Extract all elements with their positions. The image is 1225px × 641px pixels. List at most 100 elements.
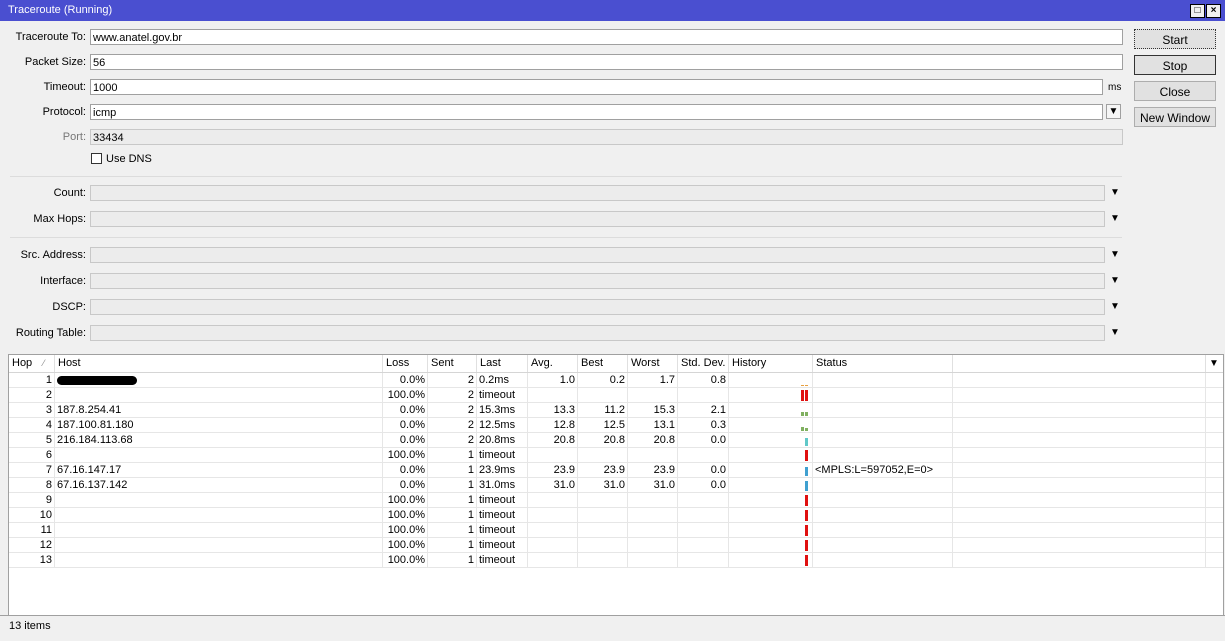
table-row[interactable]: 9 100.0% 1 timeout [9, 493, 1223, 508]
column-header-hop[interactable]: Hop ⁄ [9, 355, 55, 372]
column-header-std[interactable]: Std. Dev. [678, 355, 729, 372]
std-cell [678, 493, 729, 508]
protocol-dropdown-icon[interactable]: ▼ [1106, 104, 1121, 119]
loss-cell: 100.0% [383, 493, 428, 508]
sent-cell: 2 [428, 418, 477, 433]
columns-dropdown-icon[interactable]: ▼ [1206, 355, 1222, 372]
close-button[interactable]: Close [1134, 81, 1216, 101]
history-bar [805, 428, 808, 431]
dscp-dropdown-icon[interactable]: ▼ [1110, 301, 1120, 312]
table-row[interactable]: 2 100.0% 2 timeout [9, 388, 1223, 403]
routing-table-dropdown-icon[interactable]: ▼ [1110, 327, 1120, 338]
timeout-input[interactable]: 1000 [90, 79, 1103, 95]
table-row[interactable]: 7 67.16.147.17 0.0% 1 23.9ms 23.9 23.9 23.9 0.0 <… [9, 463, 1223, 478]
table-row[interactable]: 5 216.184.113.68 0.0% 2 20.8ms 20.8 20.8 20.8 0.… [9, 433, 1223, 448]
table-row[interactable]: 11 100.0% 1 timeout [9, 523, 1223, 538]
src-address-input[interactable] [90, 247, 1105, 263]
status-cell [813, 373, 953, 388]
dscp-input[interactable] [90, 299, 1105, 315]
column-header-worst[interactable]: Worst [628, 355, 678, 372]
avg-cell [528, 493, 578, 508]
table-row[interactable]: 8 67.16.137.142 0.0% 1 31.0ms 31.0 31.0 31.0 0.0 [9, 478, 1223, 493]
column-header-avg[interactable]: Avg. [528, 355, 578, 372]
routing-table-input[interactable] [90, 325, 1105, 341]
interface-input[interactable] [90, 273, 1105, 289]
column-header-host[interactable]: Host [55, 355, 383, 372]
traceroute-to-input[interactable]: www.anatel.gov.br [90, 29, 1123, 45]
host-cell [55, 373, 383, 388]
divider [10, 176, 1122, 177]
table-row[interactable]: 12 100.0% 1 timeout [9, 538, 1223, 553]
host-cell [55, 523, 383, 538]
column-header-best[interactable]: Best [578, 355, 628, 372]
std-cell: 0.3 [678, 418, 729, 433]
history-cell [729, 418, 813, 433]
best-cell: 0.2 [578, 373, 628, 388]
std-cell: 0.0 [678, 433, 729, 448]
filler-cell [953, 523, 1206, 538]
hop-cell: 6 [9, 448, 55, 463]
hop-cell: 8 [9, 478, 55, 493]
history-bar [805, 525, 808, 536]
close-icon[interactable]: × [1206, 4, 1221, 18]
max-hops-dropdown-icon[interactable]: ▼ [1110, 213, 1120, 224]
history-cell [729, 448, 813, 463]
column-header-loss[interactable]: Loss [383, 355, 428, 372]
filler-cell [953, 373, 1206, 388]
column-header-status[interactable]: Status [813, 355, 953, 372]
last-cell: 15.3ms [477, 403, 528, 418]
filler-cell [953, 553, 1206, 568]
table-row[interactable]: 4 187.100.81.180 0.0% 2 12.5ms 12.8 12.5 13.1 0.… [9, 418, 1223, 433]
host-cell [55, 388, 383, 403]
maximize-icon[interactable]: □ [1190, 4, 1205, 18]
history-cell [729, 403, 813, 418]
status-cell [813, 433, 953, 448]
src-address-label: Src. Address: [20, 249, 86, 261]
stop-button[interactable]: Stop [1134, 55, 1216, 75]
start-button[interactable]: Start [1134, 29, 1216, 49]
hop-cell: 5 [9, 433, 55, 448]
std-cell [678, 553, 729, 568]
table-row[interactable]: 10 100.0% 1 timeout [9, 508, 1223, 523]
filler-cell [953, 403, 1206, 418]
best-cell [578, 523, 628, 538]
std-cell: 0.0 [678, 463, 729, 478]
max-hops-input[interactable] [90, 211, 1105, 227]
host-cell: 187.8.254.41 [55, 403, 383, 418]
worst-cell: 31.0 [628, 478, 678, 493]
interface-dropdown-icon[interactable]: ▼ [1110, 275, 1120, 286]
status-bar: 13 items [0, 615, 1225, 635]
table-row[interactable]: 3 187.8.254.41 0.0% 2 15.3ms 13.3 11.2 15.3 2.1 [9, 403, 1223, 418]
table-row[interactable]: 13 100.0% 1 timeout [9, 553, 1223, 568]
column-header-last[interactable]: Last [477, 355, 528, 372]
history-cell [729, 508, 813, 523]
column-header-history[interactable]: History [729, 355, 813, 372]
packet-size-input[interactable]: 56 [90, 54, 1123, 70]
new-window-button[interactable]: New Window [1134, 107, 1216, 127]
sent-cell: 1 [428, 448, 477, 463]
src-address-dropdown-icon[interactable]: ▼ [1110, 249, 1120, 260]
history-bar [805, 510, 808, 521]
table-row[interactable]: 6 100.0% 1 timeout [9, 448, 1223, 463]
redacted-host [57, 376, 137, 385]
host-cell [55, 553, 383, 568]
status-cell [813, 508, 953, 523]
best-cell [578, 538, 628, 553]
last-cell: 23.9ms [477, 463, 528, 478]
use-dns-checkbox[interactable] [91, 153, 102, 164]
protocol-label: Protocol: [42, 106, 86, 118]
count-dropdown-icon[interactable]: ▼ [1110, 187, 1120, 198]
table-row[interactable]: 1 0.0% 2 0.2ms 1.0 0.2 1.7 0.8 [9, 373, 1223, 388]
protocol-input[interactable]: icmp [90, 104, 1103, 120]
sent-cell: 1 [428, 508, 477, 523]
column-header-sent[interactable]: Sent [428, 355, 477, 372]
port-input[interactable]: 33434 [90, 129, 1123, 145]
interface-label: Interface: [40, 275, 86, 287]
status-cell [813, 493, 953, 508]
count-input[interactable] [90, 185, 1105, 201]
host-cell [55, 508, 383, 523]
best-cell: 31.0 [578, 478, 628, 493]
worst-cell: 13.1 [628, 418, 678, 433]
column-header-filler[interactable] [953, 355, 1206, 372]
last-cell: timeout [477, 553, 528, 568]
